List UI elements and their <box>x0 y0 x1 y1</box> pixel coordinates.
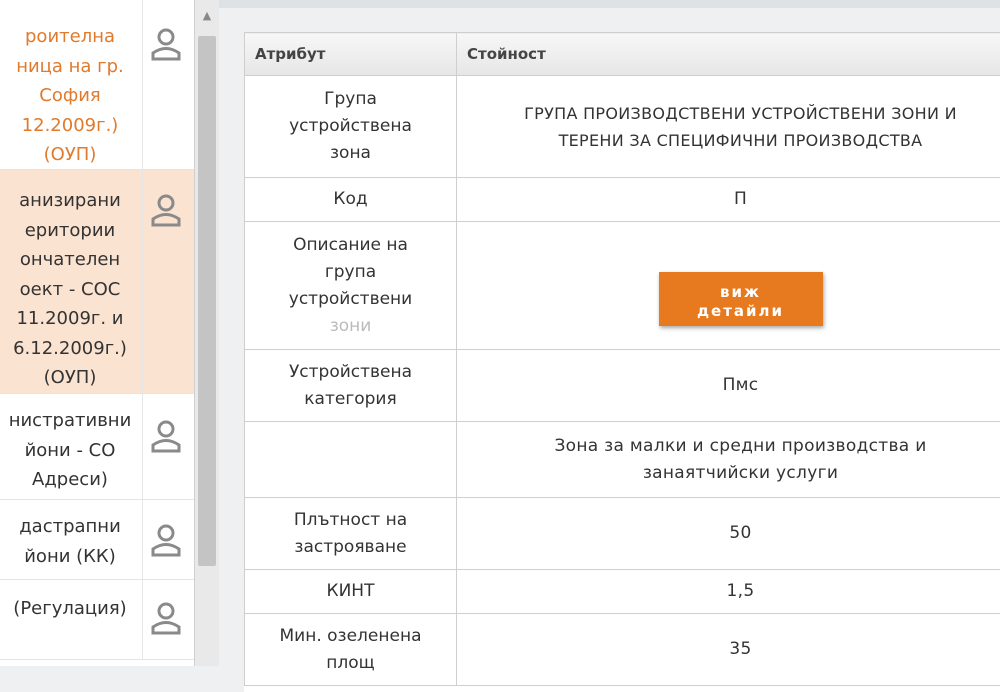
value-cell: 1,5 <box>457 570 1000 614</box>
attribute-cell: Код <box>245 178 457 222</box>
layer-item[interactable]: дастрапни йони (КК) <box>0 500 196 580</box>
column-header-attribute: Атрибут <box>245 33 457 76</box>
user-layer-icon[interactable] <box>149 192 183 228</box>
layer-icon-cell[interactable] <box>142 0 187 169</box>
scroll-up-arrow-icon[interactable]: ▲ <box>195 8 219 24</box>
attribute-cell: Описание на група устройствени зони <box>245 222 457 350</box>
table-row: Мин. озеленена площ 35 <box>245 614 1000 686</box>
value-cell: Зона за малки и средни производства и за… <box>457 422 1000 498</box>
value-cell: ГРУПА ПРОИЗВОДСТВЕНИ УСТРОЙСТВЕНИ ЗОНИ И… <box>457 76 1000 178</box>
layer-item[interactable]: (Регулация) <box>0 580 196 660</box>
layer-item[interactable]: роителна ница на гр. София 12.2009г.) (О… <box>0 0 196 170</box>
user-layer-icon[interactable] <box>149 600 183 636</box>
table-row: Група устройствена зона ГРУПА ПРОИЗВОДСТ… <box>245 76 1000 178</box>
layer-icon-cell[interactable] <box>142 170 187 393</box>
attribute-cell: Устройствена категория <box>245 350 457 422</box>
value-cell: Пмс <box>457 350 1000 422</box>
layer-label: (Регулация) <box>0 594 140 624</box>
layer-icon-cell[interactable] <box>142 580 187 659</box>
layer-icon-cell[interactable] <box>142 394 187 499</box>
column-header-value: Стойност <box>457 33 1000 76</box>
sidebar-scrollbar[interactable]: ▲ <box>194 0 219 666</box>
attribute-text: Описание на група устройствени <box>289 235 412 309</box>
table-row: Код П <box>245 178 1000 222</box>
layer-label: нистративни йони - СО Адреси) <box>0 406 140 495</box>
layer-item[interactable]: нистративни йони - СО Адреси) <box>0 394 196 500</box>
layer-list: роителна ница на гр. София 12.2009г.) (О… <box>0 0 197 666</box>
attribute-cell <box>245 422 457 498</box>
layer-item[interactable]: анизирани еритории ончателен оект - СОС … <box>0 170 196 394</box>
value-cell: 50 <box>457 498 1000 570</box>
attribute-cell: Мин. озеленена площ <box>245 614 457 686</box>
user-layer-icon[interactable] <box>149 418 183 454</box>
value-cell: П <box>457 178 1000 222</box>
table-header-row: Атрибут Стойност <box>245 33 1000 76</box>
panel-header-strip <box>219 0 1000 8</box>
attribute-table-panel: Атрибут Стойност Група устройствена зона… <box>244 32 1000 692</box>
layer-icon-cell[interactable] <box>142 500 187 579</box>
table-row: Зона за малки и средни производства и за… <box>245 422 1000 498</box>
user-layer-icon[interactable] <box>149 522 183 558</box>
scrollbar-thumb[interactable] <box>198 36 216 566</box>
layer-label: роителна ница на гр. София 12.2009г.) (О… <box>0 22 140 170</box>
value-cell: 35 <box>457 614 1000 686</box>
user-layer-icon[interactable] <box>149 26 183 62</box>
attribute-cell: Група устройствена зона <box>245 76 457 178</box>
attribute-table: Атрибут Стойност Група устройствена зона… <box>244 32 1000 686</box>
table-row: Описание на група устройствени зони виж д… <box>245 222 1000 350</box>
attribute-cell: Плътност на застрояване <box>245 498 457 570</box>
table-row: Устройствена категория Пмс <box>245 350 1000 422</box>
table-row: КИНТ 1,5 <box>245 570 1000 614</box>
attribute-cell: КИНТ <box>245 570 457 614</box>
table-row: Плътност на застрояване 50 <box>245 498 1000 570</box>
layer-label: анизирани еритории ончателен оект - СОС … <box>0 186 140 393</box>
layer-label: дастрапни йони (КК) <box>0 512 140 571</box>
attribute-text-faint: зони <box>330 316 372 336</box>
value-cell: виж детайли <box>457 222 1000 350</box>
view-details-button[interactable]: виж детайли <box>659 272 823 326</box>
